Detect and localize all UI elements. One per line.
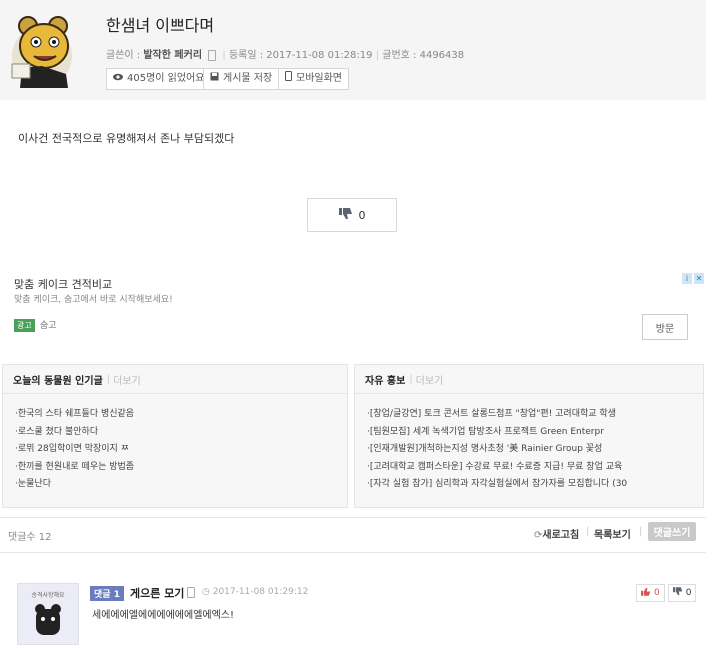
close-icon[interactable]: ✕ — [694, 273, 704, 284]
comment-author[interactable]: 게으른 모기 — [130, 585, 184, 601]
list-item[interactable]: ·한국의 스타 쉐프들다 병신같음 — [15, 406, 337, 424]
eye-icon — [113, 69, 123, 89]
mobile-view-button[interactable]: 모바일화면 — [278, 68, 349, 90]
post-body: 이사건 전국적으로 유명해져서 존나 부담되겠다 — [18, 132, 235, 145]
divider: | — [639, 526, 643, 537]
promo-posts-box: 자유 홍보 | 더보기 ·[창업/글강연] 토크 콘서트 살롱드첨프 "창업"편… — [354, 364, 704, 508]
promo-list: ·[창업/글강연] 토크 콘서트 살롱드첨프 "창업"편! 고려대학교 학생 ·… — [355, 394, 703, 494]
popular-posts-box: 오늘의 동물원 인기글 | 더보기 ·한국의 스타 쉐프들다 병신같음 ·로스쿨… — [2, 364, 348, 508]
comment-upvote-button[interactable]: 0 — [636, 584, 665, 602]
save-post-button[interactable]: 게시물 저장 — [203, 68, 280, 90]
views-pill: 405명이 읽었어요 — [106, 68, 212, 90]
comment-date-value: 2017-11-08 01:29:12 — [212, 587, 309, 597]
list-item[interactable]: ·[고려대학교 캠퍼스타운] 수강료 무료! 수료증 지급! 무료 창업 교육 — [367, 459, 693, 477]
post-date: 등록일 : 2017-11-08 01:28:19 — [228, 50, 373, 61]
post-number: 글번호 : 4496438 — [382, 50, 465, 61]
list-item[interactable]: ·눈물난다 — [15, 476, 337, 494]
list-item[interactable]: ·한끼를 현원내로 떼우는 방법좀 — [15, 459, 337, 477]
mobile-icon — [285, 69, 292, 89]
popular-more-link[interactable]: 더보기 — [113, 372, 141, 387]
list-item[interactable]: ·로뮈 28입학이면 막장이지 ㅉ — [15, 441, 337, 459]
promo-more-link[interactable]: 더보기 — [416, 372, 444, 387]
promo-title[interactable]: 자유 홍보 — [365, 372, 405, 387]
promo-header: 자유 홍보 | 더보기 — [355, 365, 703, 394]
phone-icon — [187, 587, 195, 598]
comment-badge: 댓글 1 — [90, 586, 124, 601]
downvote-button[interactable]: 0 — [307, 198, 397, 232]
upvote-count: 0 — [654, 588, 660, 598]
list-item[interactable]: ·[팀원모집] 세계 녹색기업 탐방조사 프로젝트 Green Enterpr — [367, 424, 693, 442]
refresh-label: 새로고침 — [542, 530, 580, 541]
save-label: 게시물 저장 — [223, 73, 273, 84]
author-label: 글쓴이 : — [106, 50, 141, 61]
divider: | — [409, 373, 413, 385]
ad-choices[interactable]: i ✕ — [682, 273, 704, 285]
ad-title[interactable]: 맞춤 케이크 견적비교 — [14, 276, 112, 292]
thumbs-down-icon — [338, 207, 353, 223]
author-name[interactable]: 발작한 페커리 — [143, 50, 202, 61]
ad-advertiser: 숨고 — [40, 321, 57, 331]
list-item[interactable]: ·로스쿨 쳤다 불안하다 — [15, 424, 337, 442]
popular-title[interactable]: 오늘의 동물원 인기글 — [13, 372, 103, 387]
ad-subtitle[interactable]: 맞춤 케이크, 숨고에서 바로 시작해보세요! — [14, 292, 173, 305]
list-item[interactable]: ·[창업/글강연] 토크 콘서트 살롱드첨프 "창업"편! 고려대학교 학생 — [367, 406, 693, 424]
downvote-count: 0 — [685, 588, 692, 598]
thumbs-down-icon — [672, 587, 683, 599]
save-icon — [210, 69, 219, 89]
adchoices-icon[interactable]: i — [682, 273, 692, 284]
list-item[interactable]: ·[자각 실험 참가] 심리학과 자각실험실에서 참가자를 모집합니다 (30 — [367, 476, 693, 494]
popular-list: ·한국의 스타 쉐프들다 병신같음 ·로스쿨 쳤다 불안하다 ·로뮈 28입학이… — [3, 394, 347, 494]
comment-downvote-button[interactable]: 0 — [667, 584, 697, 602]
comment-date: ◷ 2017-11-08 01:29:12 — [202, 587, 308, 597]
ad-badge: 광고 — [14, 319, 35, 332]
write-comment-button[interactable]: 댓글쓰기 — [648, 522, 696, 541]
comment-count: 댓글수 12 — [8, 532, 52, 543]
popular-header: 오늘의 동물원 인기글 | 더보기 — [3, 365, 347, 394]
downvote-count: 0 — [358, 208, 366, 222]
mobile-label: 모바일화면 — [296, 73, 342, 84]
ad-visit-button[interactable]: 방문 — [642, 314, 688, 340]
commenter-avatar[interactable]: 승격사항해요 — [17, 583, 79, 645]
views-count: 405명이 읽었어요 — [127, 73, 205, 84]
phone-icon — [208, 49, 217, 61]
comment-votes: 0 0 — [636, 584, 697, 602]
clock-icon: ◷ — [202, 587, 213, 597]
bear-icon — [35, 604, 61, 635]
comment-text: 세에에에엘에에에에에에엘에엑스! — [92, 610, 235, 621]
divider: | — [106, 373, 111, 385]
refresh-button[interactable]: ⟳새로고침 — [534, 526, 579, 541]
post-meta: 글쓴이 : 발작한 페커리 | 등록일 : 2017-11-08 01:28:1… — [106, 46, 464, 61]
divider: | — [375, 50, 380, 61]
list-view-button[interactable]: 목록보기 — [594, 526, 631, 541]
list-item[interactable]: ·[인재개발원]개척하는지성 명사초청 '美 Rainier Group 꽃성 — [367, 441, 693, 459]
avatar-caption: 승격사항해요 — [31, 592, 65, 599]
divider: | — [222, 50, 226, 61]
author-avatar[interactable] — [8, 12, 76, 88]
divider: | — [586, 526, 590, 537]
post-title: 한샘녀 이쁘다며 — [106, 16, 215, 35]
thumbs-up-icon — [641, 587, 651, 599]
